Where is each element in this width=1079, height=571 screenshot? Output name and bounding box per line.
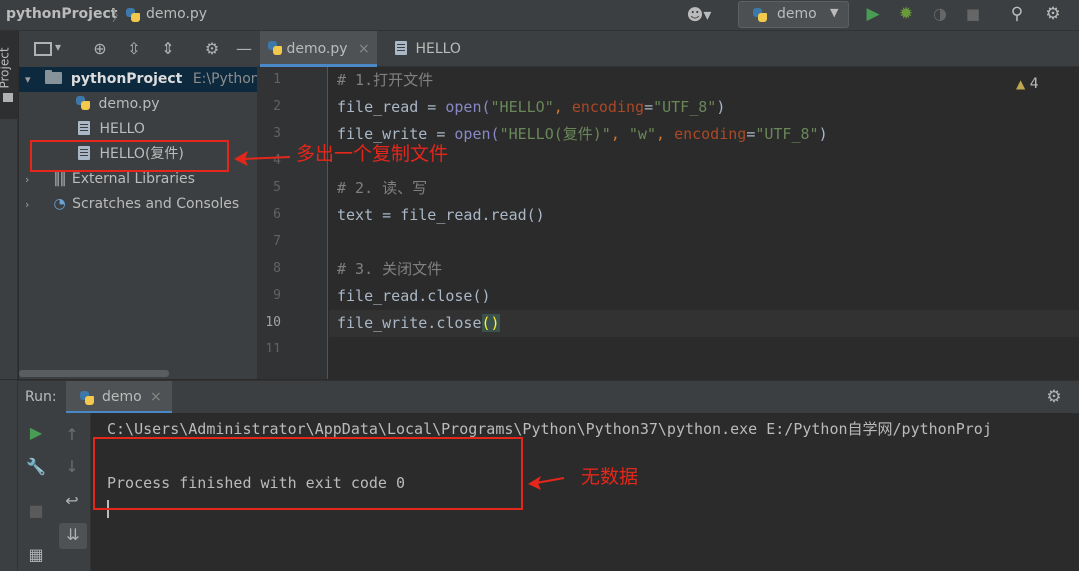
breadcrumb-project[interactable]: pythonProject	[6, 6, 117, 22]
line-number: 2	[273, 99, 281, 114]
tab-demo-py[interactable]: demo.py ×	[260, 31, 377, 67]
chevron-down-icon: ▼	[830, 6, 839, 19]
debug-icon[interactable]: ✹	[895, 4, 917, 24]
annotation-arrow-icon	[234, 151, 291, 166]
breadcrumb-separator: 〉	[112, 9, 126, 25]
libraries-icon: ‖‖	[53, 171, 66, 187]
close-icon[interactable]: ×	[150, 389, 162, 405]
python-icon	[80, 391, 94, 405]
bottom-left-stripe	[0, 380, 18, 571]
gear-icon[interactable]: ⚙	[1042, 4, 1064, 24]
tree-file-label: demo.py	[98, 96, 160, 112]
code-line-8: # 3. 关闭文件	[337, 260, 443, 278]
line-number: 11	[265, 342, 281, 352]
run-configuration-label: demo	[777, 6, 817, 22]
navigation-bar: pythonProject 〉 demo.py ☻▾ demo ▼ ▶ ✹ ◑ …	[0, 0, 1079, 31]
minimize-icon[interactable]: —	[233, 39, 255, 59]
run-icon[interactable]: ▶	[863, 4, 883, 24]
line-number: 7	[273, 234, 281, 249]
text-file-icon	[395, 41, 407, 55]
editor-tab-bar: demo.py × HELLO	[257, 31, 1079, 67]
tree-item-label: External Libraries	[71, 171, 195, 187]
project-toolbar: ▾ ⊕ ⇳ ⇕ ⚙ —	[19, 31, 257, 67]
scroll-to-end-button[interactable]: ⇊	[59, 523, 87, 549]
stop-icon[interactable]: ■	[26, 501, 46, 521]
project-scrollbar[interactable]	[19, 370, 169, 377]
gear-icon[interactable]: ⚙	[1043, 387, 1065, 407]
code-line-9: file_read.close()	[337, 287, 491, 305]
annotation-no-data: 无数据	[581, 466, 639, 488]
search-icon[interactable]: ⚲	[1006, 4, 1028, 24]
coverage-icon[interactable]: ◑	[929, 4, 951, 24]
stop-icon[interactable]: ■	[963, 4, 983, 24]
annotation-box-copy-file	[30, 140, 229, 172]
run-tab-demo[interactable]: demo ×	[66, 381, 172, 414]
run-configuration-select[interactable]: demo ▼	[738, 1, 849, 28]
view-mode-icon[interactable]	[34, 42, 52, 56]
tree-root-row[interactable]: ▾ pythonProject E:\Python自	[19, 67, 274, 92]
project-tool-tab[interactable]: Project	[0, 31, 18, 119]
folder-icon	[45, 70, 63, 84]
python-file-icon	[76, 96, 90, 110]
line-number: 6	[273, 207, 281, 222]
expand-all-icon[interactable]: ⇳	[123, 39, 145, 59]
tab-label: HELLO	[415, 41, 461, 57]
code-line-2: file_read = open("HELLO", encoding="UTF_…	[337, 98, 726, 116]
scratches-icon: ◔	[53, 196, 66, 212]
project-tool-tab-label: Project	[0, 47, 12, 89]
python-icon	[753, 8, 767, 22]
python-file-icon	[126, 8, 140, 22]
gear-icon[interactable]: ⚙	[201, 39, 223, 59]
soft-wrap-icon[interactable]: ↩	[62, 491, 82, 511]
warning-count: 4	[1029, 76, 1039, 92]
line-number: 5	[273, 180, 281, 195]
tree-file-demo[interactable]: demo.py	[76, 92, 160, 117]
line-number: 8	[273, 261, 281, 276]
line-number: 1	[273, 72, 281, 87]
run-toolbar: ▶ ↑ 🔧 ↓ ↩ ■ ⇊ ▦	[18, 413, 90, 571]
user-icon[interactable]: ☻▾	[682, 5, 716, 25]
code-line-6: text = file_read.read()	[337, 206, 545, 224]
locate-icon[interactable]: ⊕	[89, 39, 111, 59]
collapse-all-icon[interactable]: ⇕	[157, 39, 179, 59]
scroll-to-end-icon: ⇊	[66, 525, 80, 544]
chevron-right-icon: ›	[25, 198, 30, 211]
tree-file-label: HELLO	[99, 121, 145, 137]
wrench-icon[interactable]: 🔧	[26, 457, 46, 477]
code-line-1: # 1.打开文件	[337, 71, 434, 89]
line-number-current: 10	[265, 315, 281, 330]
scroll-down-icon[interactable]: ↓	[62, 457, 82, 477]
warning-icon: ▲	[1016, 77, 1026, 91]
tree-item-label: Scratches and Consoles	[72, 196, 240, 212]
run-tab-label: demo	[102, 389, 142, 405]
folder-icon	[3, 93, 13, 102]
rerun-icon[interactable]: ▶	[26, 423, 46, 443]
close-icon[interactable]: ×	[358, 41, 370, 57]
run-panel-label: Run:	[25, 389, 57, 405]
tree-root-name: pythonProject	[70, 71, 183, 87]
tab-hello[interactable]: HELLO	[387, 31, 477, 67]
view-mode-chevron-icon[interactable]: ▾	[55, 40, 61, 54]
tree-scratches[interactable]: › ◔ Scratches and Consoles	[19, 192, 239, 217]
line-number: 9	[273, 288, 281, 303]
chevron-down-icon: ▾	[25, 73, 31, 86]
scroll-up-icon[interactable]: ↑	[62, 425, 82, 445]
code-line-10: file_write.close()	[337, 314, 500, 332]
annotation-copy-file: 多出一个复制文件	[296, 143, 449, 165]
python-file-icon	[268, 41, 282, 55]
line-number: 3	[273, 126, 281, 141]
annotation-box-no-data	[93, 437, 523, 510]
layout-icon[interactable]: ▦	[26, 545, 46, 565]
code-line-5: # 2. 读、写	[337, 179, 428, 197]
breadcrumb-file[interactable]: demo.py	[146, 6, 207, 22]
run-panel-header: Run: demo × ⚙	[18, 380, 1079, 414]
tab-label: demo.py	[286, 41, 348, 57]
annotation-arrow-icon	[528, 476, 565, 490]
warnings-indicator[interactable]: ▲ 4	[1016, 76, 1039, 92]
text-file-icon	[78, 121, 90, 135]
tree-file-hello[interactable]: HELLO	[78, 117, 145, 142]
